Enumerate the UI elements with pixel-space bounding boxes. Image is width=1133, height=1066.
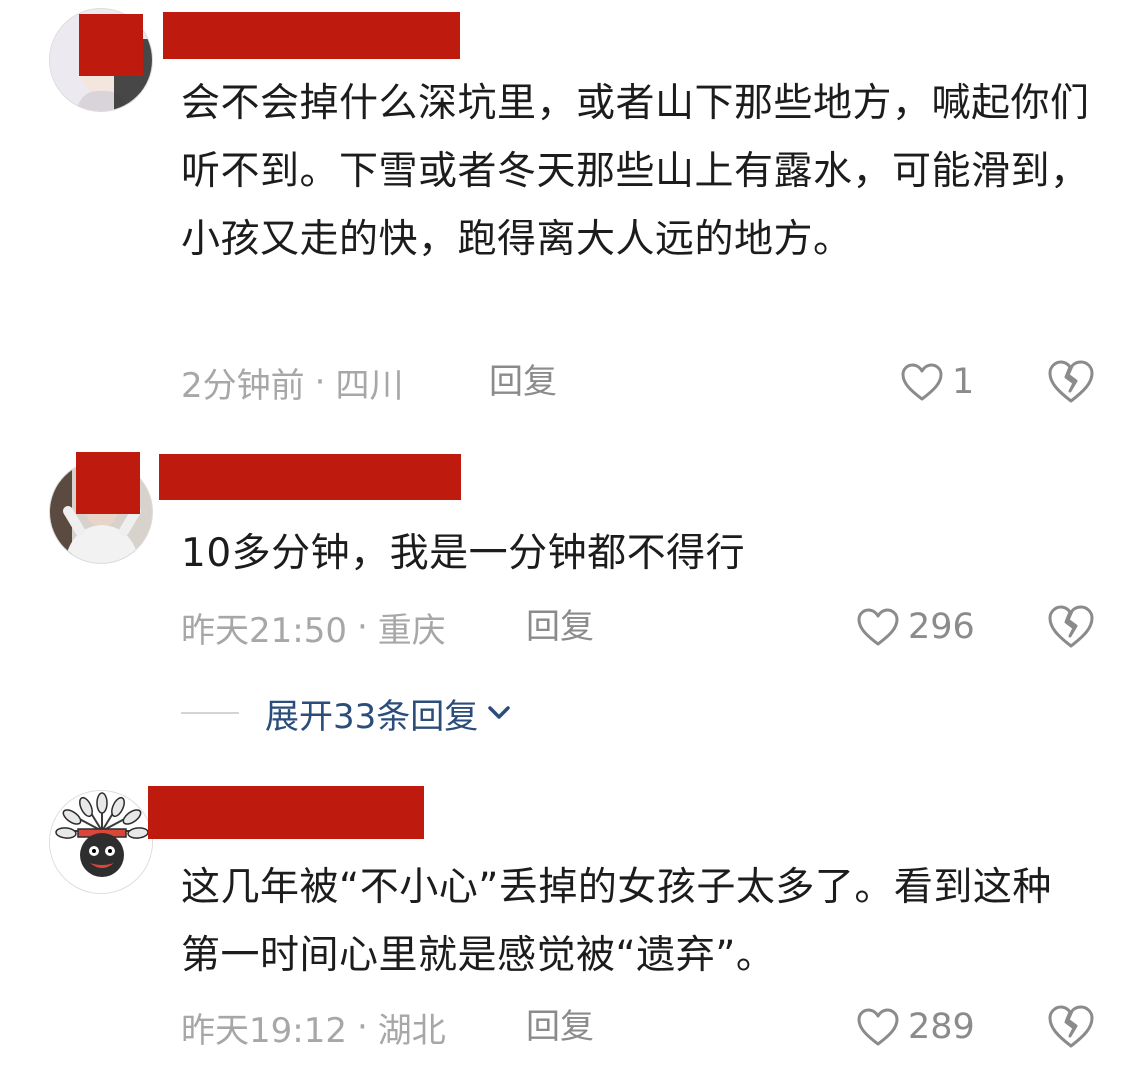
like-count: 289 [908, 1007, 975, 1047]
reply-button[interactable]: 回复 [489, 357, 557, 407]
comment-time: 昨天19:12 [181, 1010, 347, 1051]
comment-text: 这几年被“不小心”丢掉的女孩子太多了。看到这种第一时间心里就是感觉被“遗弃”。 [181, 865, 1052, 978]
meta-separator: · [356, 607, 368, 647]
heart-icon [857, 608, 899, 646]
like-count: 296 [908, 607, 975, 647]
expand-divider [181, 712, 239, 714]
comment-location: 湖北 [377, 1010, 446, 1051]
avatar[interactable] [49, 790, 153, 894]
comment-time: 2分钟前 [181, 365, 305, 406]
username-redaction [163, 12, 460, 59]
reply-button[interactable]: 回复 [526, 1002, 594, 1052]
chevron-down-icon [488, 706, 511, 719]
comment-meta: 昨天19:12 · 湖北 [181, 1002, 446, 1052]
broken-heart-icon[interactable] [1046, 602, 1096, 652]
comment-time: 昨天21:50 [181, 610, 347, 651]
meta-separator: · [314, 362, 326, 402]
expand-replies-button[interactable]: 展开33条回复 [181, 688, 514, 738]
like-count: 1 [952, 362, 975, 402]
comment-location: 重庆 [377, 610, 446, 651]
like-button[interactable]: 1 [900, 357, 974, 407]
meta-separator: · [356, 1007, 368, 1047]
username-redaction [148, 786, 424, 839]
comment-item: 这几年被“不小心”丢掉的女孩子太多了。看到这种第一时间心里就是感觉被“遗弃”。 … [0, 770, 1133, 1066]
comment-meta: 2分钟前 · 四川 [181, 357, 403, 407]
username-redaction [79, 14, 143, 76]
like-button[interactable]: 296 [856, 602, 975, 652]
username-redaction [76, 452, 140, 514]
username-redaction [159, 454, 461, 500]
like-button[interactable]: 289 [856, 1002, 975, 1052]
comment-meta: 昨天21:50 · 重庆 [181, 602, 446, 652]
comment-item: 会不会掉什么深坑里，或者山下那些地方，喊起你们听不到。下雪或者冬天那些山上有露水… [0, 0, 1133, 430]
heart-icon [901, 363, 943, 401]
broken-heart-icon[interactable] [1046, 357, 1096, 407]
heart-icon [857, 1008, 899, 1046]
expand-replies-label: 展开33条回复 [265, 696, 479, 737]
reply-button[interactable]: 回复 [526, 602, 594, 652]
comment-item: 10多分钟，我是一分钟都不得行 昨天21:50 · 重庆 回复 296 [0, 440, 1133, 660]
comment-location: 四川 [335, 365, 404, 406]
comment-text: 10多分钟，我是一分钟都不得行 [181, 531, 746, 576]
comment-text: 会不会掉什么深坑里，或者山下那些地方，喊起你们听不到。下雪或者冬天那些山上有露水… [181, 81, 1090, 262]
broken-heart-icon[interactable] [1046, 1002, 1096, 1052]
